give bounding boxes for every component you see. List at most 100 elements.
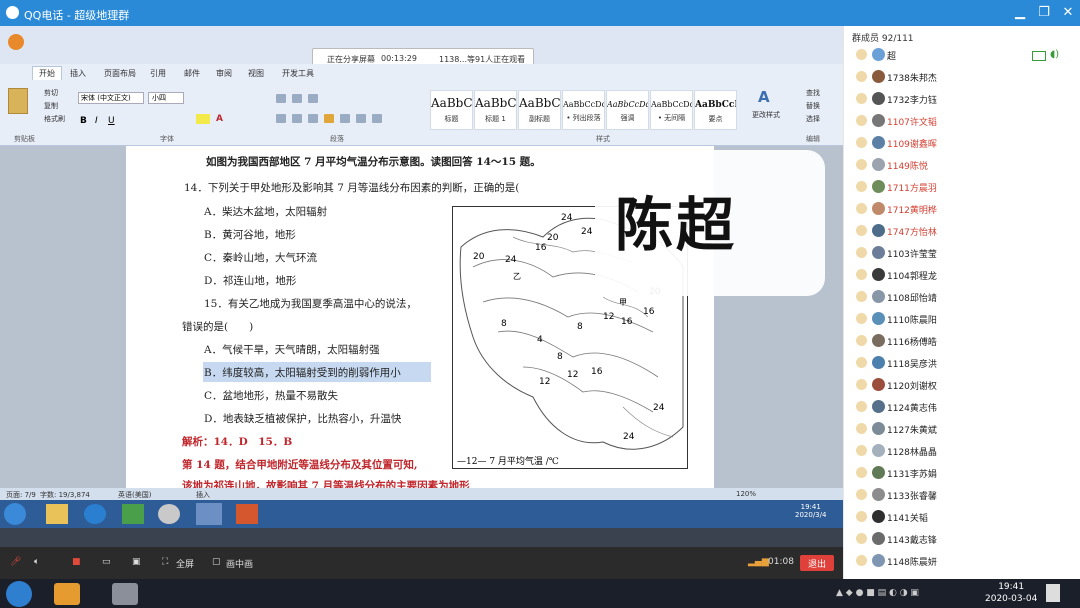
- member-item[interactable]: 1116杨傅皓: [856, 331, 1076, 353]
- close-icon[interactable]: ✕: [1060, 5, 1076, 20]
- taskbar-clock[interactable]: 19:41 2020-03-04: [985, 581, 1037, 605]
- member-item[interactable]: 1109谢鑫晖: [856, 133, 1076, 155]
- tab-home[interactable]: 开始: [32, 66, 62, 80]
- tab-references[interactable]: 引用: [150, 68, 166, 79]
- member-item[interactable]: 1127朱黄斌: [856, 419, 1076, 441]
- cut-button[interactable]: 剪切: [44, 88, 58, 98]
- style-title[interactable]: AaBbC 标题: [430, 90, 473, 130]
- paste-icon[interactable]: [8, 88, 28, 114]
- member-item[interactable]: 1732李力钰: [856, 89, 1076, 111]
- map-label: 8: [577, 322, 583, 332]
- tab-developer[interactable]: 开发工具: [282, 68, 314, 79]
- numbering-icon[interactable]: [292, 94, 302, 103]
- change-styles-icon[interactable]: A: [758, 88, 770, 106]
- style-no-spacing[interactable]: AaBbCcDd • 无间隔: [650, 90, 693, 130]
- avatar: [872, 158, 885, 171]
- member-role-icon: [856, 203, 867, 214]
- member-item[interactable]: 1738朱邦杰: [856, 67, 1076, 89]
- tab-insert[interactable]: 插入: [70, 68, 86, 79]
- italic-button[interactable]: I: [95, 116, 98, 126]
- copy-button[interactable]: 复制: [44, 101, 58, 111]
- camera-off-icon[interactable]: ■: [72, 557, 81, 567]
- office-button-icon[interactable]: [8, 34, 24, 50]
- member-item[interactable]: 1104郭程龙: [856, 265, 1076, 287]
- member-item[interactable]: 1108邱怡靖: [856, 287, 1076, 309]
- select-button[interactable]: 选择: [806, 114, 820, 124]
- fullscreen-button[interactable]: 全屏: [176, 557, 194, 570]
- justify-icon[interactable]: [324, 114, 334, 123]
- member-item[interactable]: 1131李苏娟: [856, 463, 1076, 485]
- replace-button[interactable]: 替换: [806, 101, 820, 111]
- style-subtitle[interactable]: AaBbC 副标题: [518, 90, 561, 130]
- group-paragraph-label: 段落: [330, 135, 344, 143]
- member-item[interactable]: 1107许文韬: [856, 111, 1076, 133]
- find-button[interactable]: 查找: [806, 88, 820, 98]
- member-item[interactable]: 1747方怡林: [856, 221, 1076, 243]
- mic-muted-icon[interactable]: 🎤︎: [10, 557, 21, 567]
- member-item[interactable]: 1133张睿馨: [856, 485, 1076, 507]
- pip-button[interactable]: 画中画: [226, 557, 253, 570]
- clock-taskbar-icon[interactable]: [112, 583, 138, 605]
- member-item[interactable]: 1143戴志锋: [856, 529, 1076, 551]
- align-right-icon[interactable]: [308, 114, 318, 123]
- member-item[interactable]: 1110陈晨阳: [856, 309, 1076, 331]
- powerpoint-icon: [236, 504, 258, 524]
- member-item[interactable]: 1103许莹莹: [856, 243, 1076, 265]
- member-role-icon: [856, 423, 867, 434]
- member-role-icon: [856, 467, 867, 478]
- bullets-icon[interactable]: [276, 94, 286, 103]
- screen-share-icon[interactable]: ▭: [102, 557, 111, 567]
- member-item[interactable]: 1148陈晨妍: [856, 551, 1076, 573]
- style-strong[interactable]: AaBbCcD要点: [694, 90, 737, 130]
- qq-taskbar-icon[interactable]: [54, 583, 80, 605]
- tab-mailings[interactable]: 邮件: [184, 68, 200, 79]
- font-name-select[interactable]: 宋体 (中文正文): [78, 92, 144, 104]
- map-label: 16: [643, 307, 655, 317]
- underline-button[interactable]: U: [108, 116, 115, 126]
- member-item[interactable]: 1149陈悦: [856, 155, 1076, 177]
- member-item[interactable]: 1120刘谢权: [856, 375, 1076, 397]
- tab-page-layout[interactable]: 页面布局: [104, 68, 136, 79]
- member-name: 1141关韬: [887, 514, 928, 524]
- tab-view[interactable]: 视图: [248, 68, 264, 79]
- start-button-icon[interactable]: [6, 581, 32, 607]
- maximize-icon[interactable]: ❐: [1036, 5, 1052, 20]
- tab-review[interactable]: 审阅: [216, 68, 232, 79]
- fullscreen-icon[interactable]: ⛶: [162, 557, 168, 567]
- align-left-icon[interactable]: [276, 114, 286, 123]
- member-role-icon: [856, 71, 867, 82]
- map-label: 24: [581, 227, 593, 237]
- bold-button[interactable]: B: [80, 116, 87, 126]
- minimize-icon[interactable]: ▁: [1012, 5, 1028, 20]
- record-icon[interactable]: ▣: [132, 557, 141, 567]
- member-item[interactable]: 1124黄志伟: [856, 397, 1076, 419]
- member-name: 1127朱黄斌: [887, 426, 937, 436]
- avatar: [872, 312, 885, 325]
- map-label: 8: [557, 352, 563, 362]
- speaker-icon[interactable]: 🔈︎: [34, 557, 39, 567]
- exit-button[interactable]: 退出: [800, 555, 834, 571]
- borders-icon[interactable]: [372, 114, 382, 123]
- font-size-select[interactable]: 小四: [148, 92, 184, 104]
- pip-icon[interactable]: ▢: [212, 557, 221, 567]
- member-item[interactable]: 1141关韬: [856, 507, 1076, 529]
- avatar: [872, 224, 885, 237]
- member-item[interactable]: 1712黄明桦: [856, 199, 1076, 221]
- format-painter-button[interactable]: 格式刷: [44, 114, 65, 124]
- font-color-icon[interactable]: A: [216, 114, 223, 124]
- align-center-icon[interactable]: [292, 114, 302, 123]
- style-emphasis[interactable]: AaBbCcDd 强调: [606, 90, 649, 130]
- notification-icon[interactable]: [1046, 584, 1060, 602]
- shading-icon[interactable]: [356, 114, 366, 123]
- group-font-label: 字体: [160, 135, 174, 143]
- multilevel-list-icon[interactable]: [308, 94, 318, 103]
- member-item[interactable]: 1711方晨羽: [856, 177, 1076, 199]
- line-spacing-icon[interactable]: [340, 114, 350, 123]
- member-item[interactable]: 1118吴彦洪: [856, 353, 1076, 375]
- member-item[interactable]: 超: [856, 45, 1076, 67]
- style-list-paragraph[interactable]: AaBbCcDd • 列出段落: [562, 90, 605, 130]
- highlight-icon[interactable]: [196, 114, 210, 124]
- style-heading-1[interactable]: AaBbC 标题 1: [474, 90, 517, 130]
- member-item[interactable]: 1128林晶晶: [856, 441, 1076, 463]
- change-styles-button[interactable]: 更改样式: [752, 110, 780, 120]
